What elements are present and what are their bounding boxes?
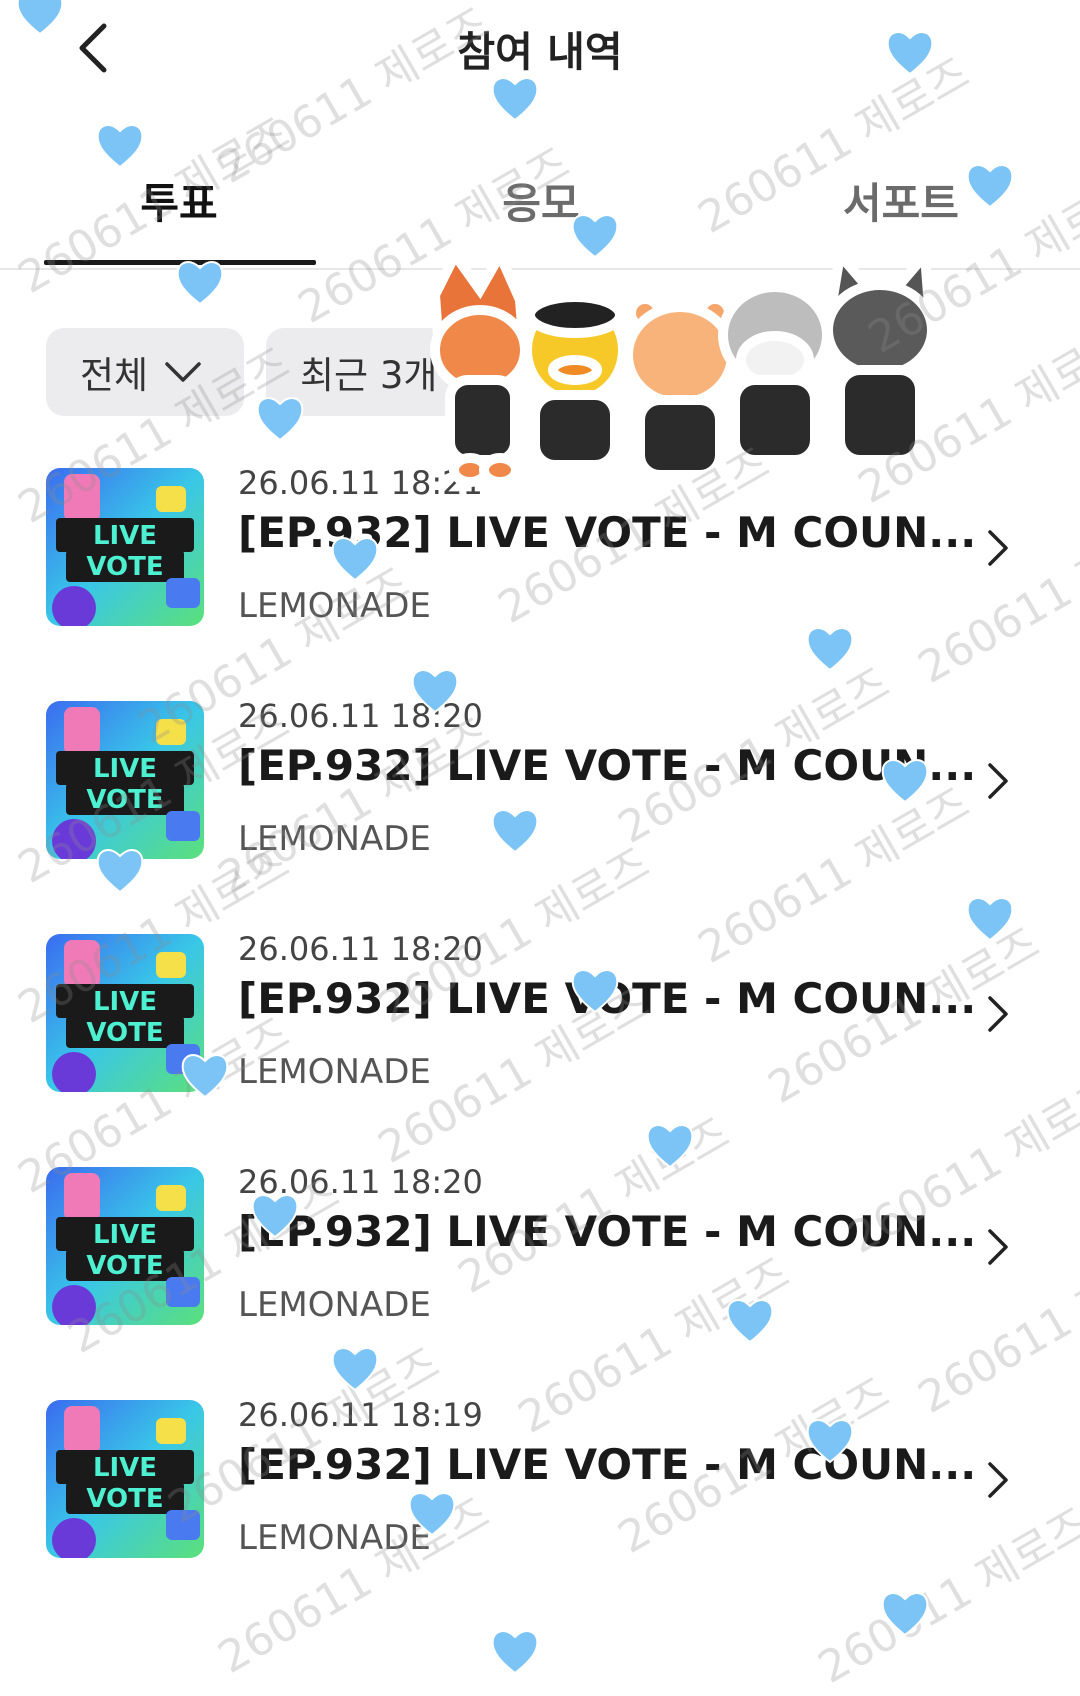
item-source: LEMONADE [238, 1518, 431, 1558]
thumb-text-vote: VOTE [86, 552, 163, 582]
thumb-text-vote: VOTE [86, 1251, 163, 1281]
bear-character-icon [623, 294, 737, 480]
chevron-right-icon [988, 763, 1008, 799]
tab-support[interactable]: 서포트 [756, 170, 1046, 231]
live-vote-thumbnail: LIVE VOTE [46, 701, 204, 859]
item-date: 26.06.11 18:19 [238, 1396, 483, 1434]
item-title: [EP.932] LIVE VOTE - M COUN... [238, 741, 977, 790]
list-item[interactable]: LIVE VOTE 26.06.11 18:20 [EP.932] LIVE V… [0, 691, 1080, 891]
chevron-right-icon [988, 1462, 1008, 1498]
filter-scope-label: 전체 [80, 354, 149, 397]
item-date: 26.06.11 18:20 [238, 1163, 483, 1201]
thumb-text-live: LIVE [93, 987, 157, 1017]
heart-icon [881, 1592, 929, 1637]
item-date: 26.06.11 18:20 [238, 930, 483, 968]
chevron-right-icon [988, 996, 1008, 1032]
list-item[interactable]: LIVE VOTE 26.06.11 18:20 [EP.932] LIVE V… [0, 924, 1080, 1124]
header: 참여 내역 [0, 0, 1080, 100]
live-vote-thumbnail: LIVE VOTE [46, 1167, 204, 1325]
filter-period-label: 최근 3개 [300, 354, 438, 397]
thumb-text-vote: VOTE [86, 785, 163, 815]
item-title: [EP.932] LIVE VOTE - M COUN... [238, 1440, 977, 1489]
cat-character-icon [823, 255, 937, 465]
active-tab-indicator [44, 260, 316, 265]
item-title: [EP.932] LIVE VOTE - M COUN... [238, 1207, 977, 1256]
item-source: LEMONADE [238, 1052, 431, 1092]
chevron-down-icon [165, 362, 201, 382]
page-title: 참여 내역 [457, 28, 623, 76]
item-source: LEMONADE [238, 819, 431, 859]
chick-character-icon [522, 292, 628, 470]
filter-scope-dropdown[interactable]: 전체 [46, 328, 244, 416]
chevron-right-icon [988, 530, 1008, 566]
live-vote-thumbnail: LIVE VOTE [46, 934, 204, 1092]
thumb-text-vote: VOTE [86, 1018, 163, 1048]
thumb-text-vote: VOTE [86, 1484, 163, 1514]
item-title: [EP.932] LIVE VOTE - M COUN... [238, 508, 977, 557]
live-vote-thumbnail: LIVE VOTE [46, 1400, 204, 1558]
chevron-right-icon [988, 1229, 1008, 1265]
tab-bar: 투표 응모 서포트 [0, 150, 1080, 270]
tab-entry[interactable]: 응모 [396, 170, 686, 231]
item-date: 26.06.11 18:20 [238, 697, 483, 735]
thumb-text-live: LIVE [93, 521, 157, 551]
item-source: LEMONADE [238, 1285, 431, 1325]
thumb-text-live: LIVE [93, 754, 157, 784]
item-title: [EP.932] LIVE VOTE - M COUN... [238, 974, 977, 1023]
list-item[interactable]: LIVE VOTE 26.06.11 18:20 [EP.932] LIVE V… [0, 1157, 1080, 1357]
tab-vote[interactable]: 투표 [34, 170, 324, 231]
list-item[interactable]: LIVE VOTE 26.06.11 18:19 [EP.932] LIVE V… [0, 1390, 1080, 1590]
character-sticker [429, 255, 937, 487]
thumb-text-live: LIVE [93, 1453, 157, 1483]
live-vote-thumbnail: LIVE VOTE [46, 468, 204, 626]
thumb-text-live: LIVE [93, 1220, 157, 1250]
item-source: LEMONADE [238, 586, 431, 626]
fox-character-icon [429, 255, 531, 487]
puppy-character-icon [718, 282, 832, 465]
